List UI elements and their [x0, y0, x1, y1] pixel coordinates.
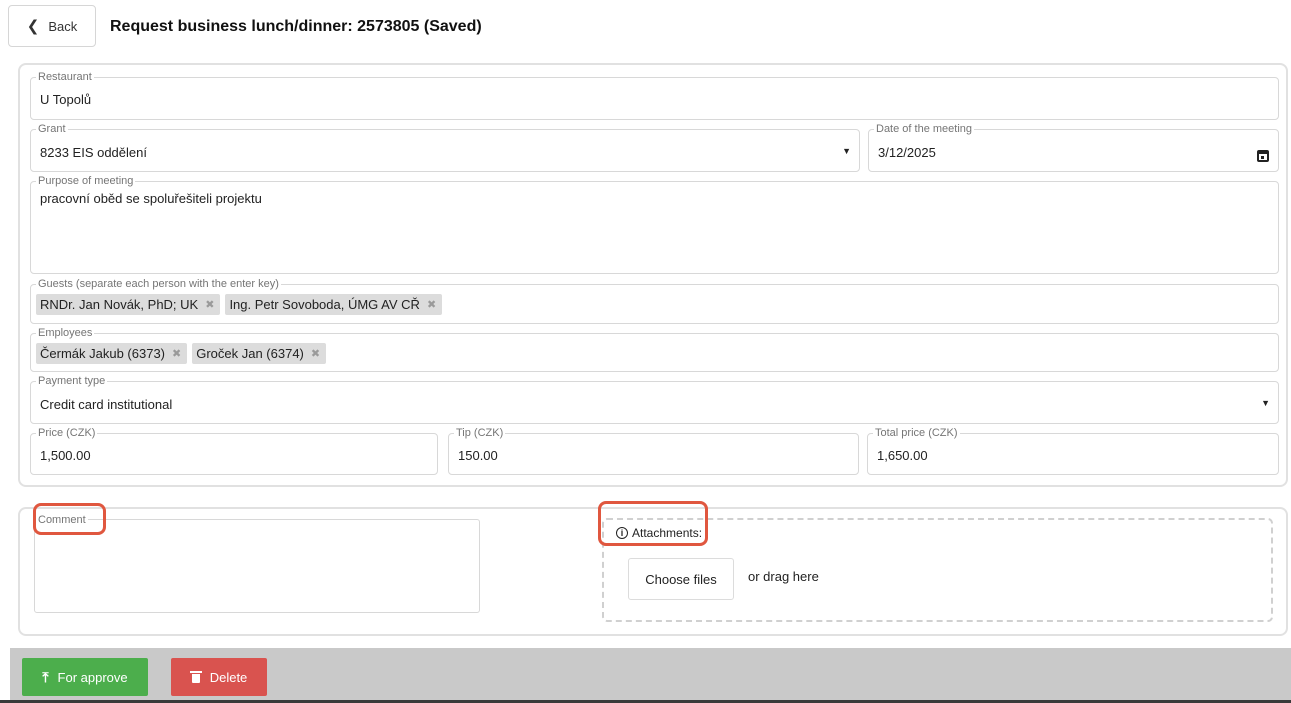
tip-label: Tip (CZK)	[454, 427, 506, 440]
purpose-value: pracovní oběd se spolu­řešiteli projektu	[40, 191, 262, 206]
total-price-field: Total price (CZK) 1,650.00	[867, 427, 1279, 475]
comment-highlight	[33, 503, 106, 535]
back-label: Back	[48, 18, 78, 34]
close-icon[interactable]: ✖	[205, 298, 214, 311]
employee-chip: Čermák Jakub (6373) ✖	[36, 343, 188, 364]
guests-field[interactable]: Guests (separate each person with the en…	[30, 278, 1279, 324]
price-value: 1,500.00	[40, 448, 91, 463]
employees-field[interactable]: Employees Čermák Jakub (6373) ✖ Groček J…	[30, 327, 1279, 372]
guest-chip: Ing. Petr Sovoboda, ÚMG AV CŘ ✖	[225, 294, 443, 315]
employees-chip-list: Čermák Jakub (6373) ✖ Groček Jan (6374) …	[36, 343, 327, 364]
back-button[interactable]: ❮ Back	[8, 5, 96, 47]
tip-value: 150.00	[458, 448, 498, 463]
drag-here-text: or drag here	[748, 569, 819, 584]
date-value: 3/12/2025	[878, 145, 936, 160]
restaurant-label: Restaurant	[36, 71, 94, 84]
guest-chip: RNDr. Jan Novák, PhD; UK ✖	[36, 294, 221, 315]
upload-icon: ⤒	[42, 668, 49, 685]
choose-files-button[interactable]: Choose files	[628, 558, 734, 600]
payment-type-label: Payment type	[36, 375, 108, 388]
employees-label: Employees	[36, 327, 95, 340]
for-approve-button[interactable]: ⤒ For approve	[22, 658, 148, 696]
caret-down-icon: ▼	[842, 146, 851, 156]
footer-action-bar: ⤒ For approve Delete	[10, 648, 1291, 700]
purpose-label: Purpose of meeting	[36, 175, 136, 188]
guests-label: Guests (separate each person with the en…	[36, 278, 281, 291]
grant-select[interactable]: Grant 8233 EIS oddělení ▼	[30, 123, 860, 172]
chevron-left-icon: ❮	[26, 17, 40, 35]
guest-chip-label: RNDr. Jan Novák, PhD; UK	[40, 297, 199, 312]
payment-type-value: Credit card institutional	[40, 397, 173, 412]
restaurant-value: U Topolů	[40, 92, 92, 107]
close-icon[interactable]: ✖	[311, 347, 320, 360]
tip-field[interactable]: Tip (CZK) 150.00	[448, 427, 859, 475]
purpose-field[interactable]: Purpose of meeting pracovní oběd se spol…	[30, 175, 1279, 274]
employee-chip: Groček Jan (6374) ✖	[192, 343, 327, 364]
employee-chip-label: Groček Jan (6374)	[196, 346, 304, 361]
trash-icon	[189, 671, 202, 683]
total-price-label: Total price (CZK)	[873, 427, 960, 440]
page-title: Request business lunch/dinner: 2573805 (…	[110, 18, 482, 35]
delete-label: Delete	[209, 669, 248, 685]
attachments-highlight	[598, 501, 708, 546]
restaurant-field[interactable]: Restaurant U Topolů	[30, 71, 1279, 120]
for-approve-label: For approve	[57, 669, 128, 685]
close-icon[interactable]: ✖	[427, 298, 436, 311]
request-form-panel: Restaurant U Topolů Grant 8233 EIS odděl…	[18, 63, 1288, 487]
employee-chip-label: Čermák Jakub (6373)	[40, 346, 165, 361]
caret-down-icon: ▼	[1261, 398, 1270, 408]
price-label: Price (CZK)	[36, 427, 98, 440]
delete-button[interactable]: Delete	[171, 658, 267, 696]
close-icon[interactable]: ✖	[172, 347, 181, 360]
guest-chip-label: Ing. Petr Sovoboda, ÚMG AV CŘ	[229, 297, 420, 312]
calendar-icon[interactable]	[1257, 150, 1269, 162]
grant-value: 8233 EIS oddělení	[40, 145, 147, 160]
price-field[interactable]: Price (CZK) 1,500.00	[30, 427, 438, 475]
date-label: Date of the meeting	[874, 123, 975, 136]
payment-type-select[interactable]: Payment type Credit card institutional ▼	[30, 375, 1279, 424]
grant-label: Grant	[36, 123, 68, 136]
guests-chip-list: RNDr. Jan Novák, PhD; UK ✖ Ing. Petr Sov…	[36, 294, 443, 315]
date-field[interactable]: Date of the meeting 3/12/2025	[868, 123, 1279, 172]
total-price-value: 1,650.00	[877, 448, 928, 463]
